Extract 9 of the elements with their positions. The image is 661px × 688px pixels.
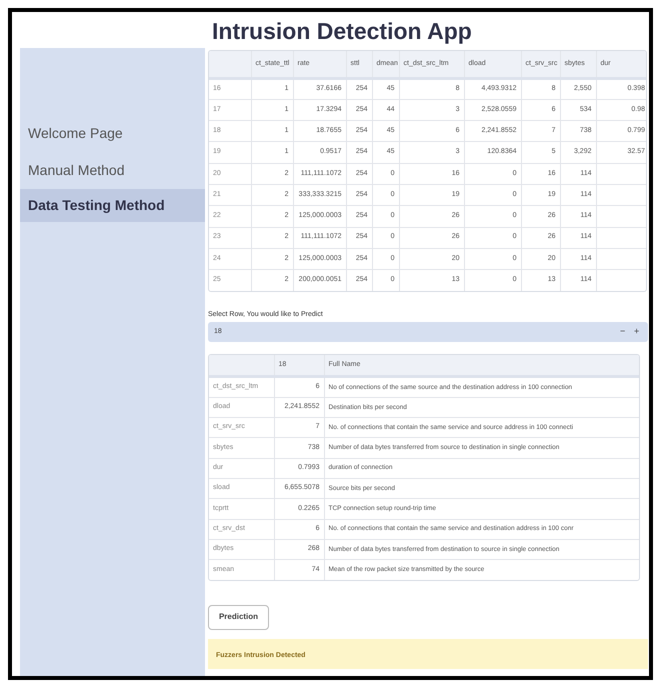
nav-item[interactable]: Data Testing Method	[20, 189, 205, 222]
decrement-button[interactable]: −	[620, 325, 634, 339]
nav-item[interactable]: Welcome Page	[20, 115, 205, 152]
increment-button[interactable]: +	[634, 325, 642, 339]
table-corner	[209, 354, 274, 377]
table-corner	[209, 51, 251, 78]
prediction-button[interactable]: Prediction	[208, 604, 269, 630]
nav-item[interactable]: Manual Method	[20, 152, 205, 189]
app-title: Intrusion Detection App	[212, 17, 473, 46]
